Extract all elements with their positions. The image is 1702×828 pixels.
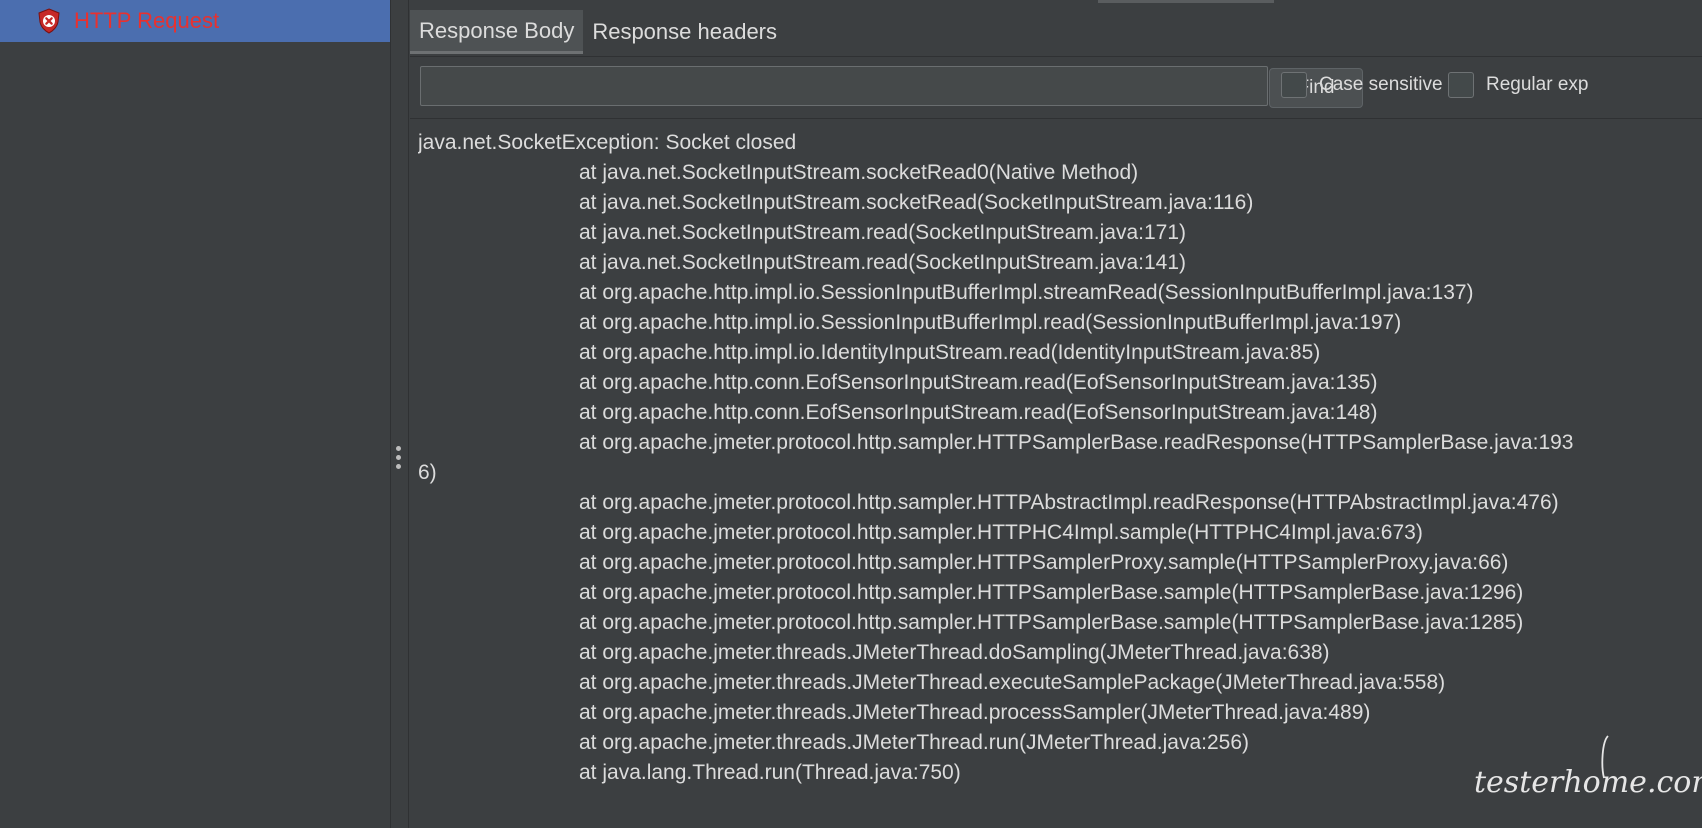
stack-trace-line: at org.apache.jmeter.protocol.http.sampl… <box>579 581 1524 604</box>
response-body-text[interactable]: java.net.SocketException: Socket closed a… <box>418 128 1702 828</box>
split-pane-grip-icon[interactable] <box>396 446 402 473</box>
stack-trace-line: at org.apache.jmeter.protocol.http.sampl… <box>579 431 1574 454</box>
stack-trace-line: at org.apache.http.conn.EofSensorInputSt… <box>579 371 1378 394</box>
stack-trace-line: at org.apache.http.impl.io.SessionInputB… <box>579 281 1474 304</box>
stack-trace-line: java.net.SocketException: Socket closed <box>418 131 797 154</box>
regex-label: Regular exp <box>1486 74 1589 95</box>
search-input[interactable] <box>420 66 1268 106</box>
stack-trace-line: at java.net.SocketInputStream.socketRead… <box>579 191 1254 214</box>
stack-trace-line: at org.apache.jmeter.protocol.http.sampl… <box>579 551 1509 574</box>
tree-item-label: HTTP Request <box>74 8 220 33</box>
stack-trace-line: at org.apache.http.impl.io.SessionInputB… <box>579 311 1402 334</box>
stack-trace-line: at org.apache.jmeter.protocol.http.sampl… <box>579 611 1524 634</box>
results-panel: Response Body Response headers Find Case… <box>410 0 1702 828</box>
toolbar-separator <box>410 118 1702 119</box>
tab-response-headers[interactable]: Response headers <box>583 10 786 54</box>
case-sensitive-checkbox[interactable] <box>1281 72 1307 98</box>
stack-trace-line: at java.net.SocketInputStream.read(Socke… <box>579 221 1187 244</box>
response-tabs: Response Body Response headers <box>410 10 786 56</box>
testerhome-watermark-logo: testerhome.com <box>1474 735 1702 800</box>
tree-item-http-request[interactable]: HTTP Request <box>0 0 390 42</box>
error-shield-icon <box>38 8 60 34</box>
tab-response-body[interactable]: Response Body <box>410 10 584 54</box>
stack-trace-line: at org.apache.jmeter.threads.JMeterThrea… <box>579 701 1371 724</box>
scroll-indicator <box>1098 0 1274 3</box>
split-pane-divider[interactable] <box>390 0 409 828</box>
stack-trace-line: at org.apache.jmeter.protocol.http.sampl… <box>579 521 1423 544</box>
stack-trace-line: at org.apache.jmeter.protocol.http.sampl… <box>579 491 1559 514</box>
stack-trace-line: at org.apache.http.impl.io.IdentityInput… <box>579 341 1321 364</box>
case-sensitive-label: Case sensitive <box>1319 74 1443 95</box>
stack-trace-line: at java.net.SocketInputStream.socketRead… <box>579 161 1139 184</box>
stack-trace-line: at org.apache.jmeter.threads.JMeterThrea… <box>579 671 1446 694</box>
stack-trace-line: 6) <box>418 461 437 484</box>
stack-trace-line: at java.net.SocketInputStream.read(Socke… <box>579 251 1187 274</box>
test-plan-tree: HTTP Request <box>0 0 390 828</box>
stack-trace-line: at org.apache.http.conn.EofSensorInputSt… <box>579 401 1378 424</box>
svg-text:testerhome.com: testerhome.com <box>1474 765 1702 800</box>
stack-trace-line: at org.apache.jmeter.threads.JMeterThrea… <box>579 641 1330 664</box>
tabs-separator <box>410 56 1702 57</box>
regex-checkbox[interactable] <box>1448 72 1474 98</box>
